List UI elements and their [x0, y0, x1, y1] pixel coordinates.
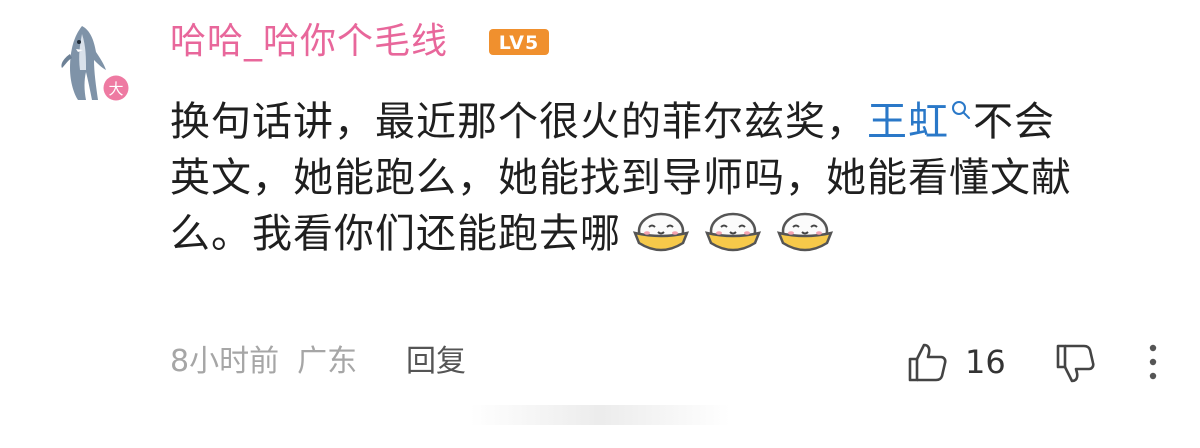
comment-time: 8小时前	[170, 344, 280, 379]
bowl-emoji-icon	[632, 212, 690, 252]
bowl-emoji-icon	[776, 212, 834, 252]
comment-text-segment: 换句话讲，最近那个很火的菲尔兹奖，	[170, 99, 867, 145]
avatar-badge-text: 大	[108, 80, 123, 98]
avatar[interactable]: 大	[52, 20, 138, 106]
comment-location: 广东	[297, 344, 358, 379]
topic-link[interactable]: 王虹	[867, 99, 949, 145]
level-badge-text: LV5	[499, 32, 539, 54]
level-badge: LV5	[488, 28, 550, 56]
comment-text: 换句话讲，最近那个很火的菲尔兹奖，王虹 不会 英文，她能跑么，她能找到导师吗，她能…	[170, 94, 1160, 262]
more-options-icon[interactable]	[1143, 340, 1163, 384]
bowl-emoji-icon	[704, 212, 762, 252]
comment-line-1: 换句话讲，最近那个很火的菲尔兹奖，王虹 不会	[170, 94, 1160, 150]
divider	[470, 405, 730, 425]
like-count: 16	[965, 343, 1006, 381]
search-icon	[952, 101, 970, 119]
comment-text-segment: 不会	[973, 99, 1055, 145]
reply-button[interactable]: 回复	[406, 342, 466, 382]
comment-line-2: 英文，她能跑么，她能找到导师吗，她能看懂文献	[170, 155, 1072, 201]
thumbs-down-icon[interactable]	[1053, 342, 1097, 386]
comment-text-segment: 么。我看你们还能跑去哪	[170, 211, 621, 257]
comment-line-3: 么。我看你们还能跑去哪	[170, 206, 1160, 262]
comment-meta: 8小时前 广东	[170, 342, 375, 382]
thumbs-up-icon[interactable]	[905, 340, 949, 384]
shark-avatar-icon: 大	[61, 26, 131, 103]
username[interactable]: 哈哈_哈你个毛线	[170, 20, 448, 64]
